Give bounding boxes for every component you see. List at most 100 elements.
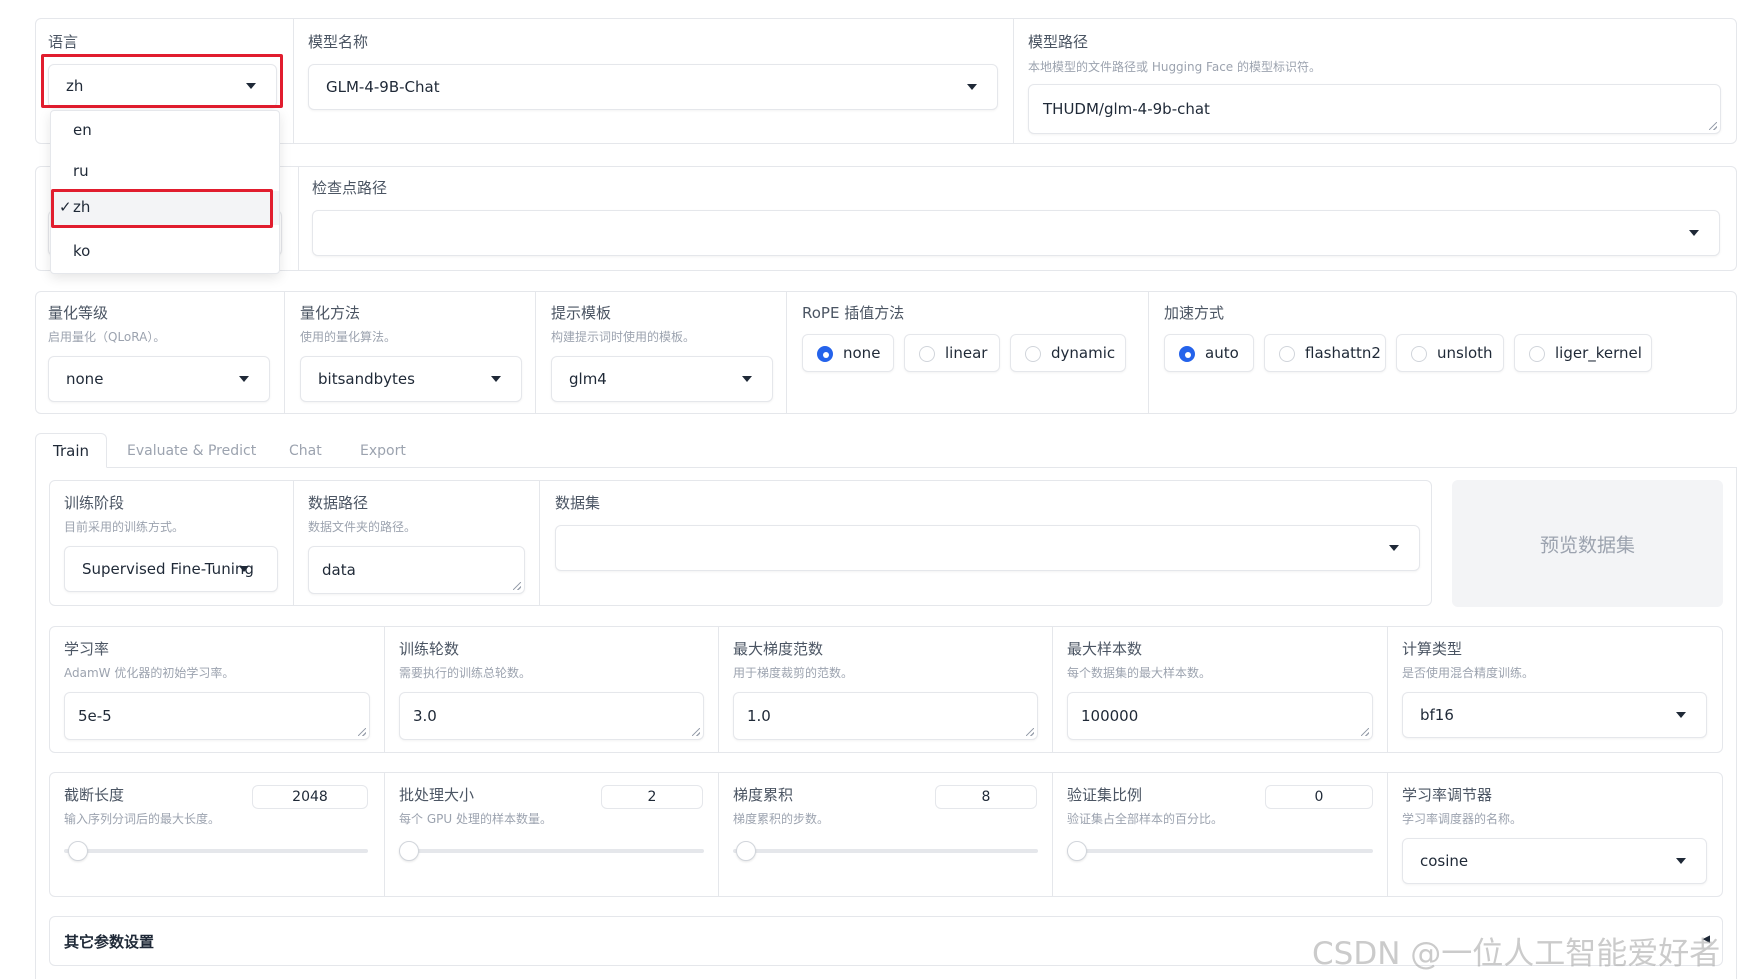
max-samples-input[interactable]: 100000	[1067, 692, 1373, 740]
quant-method-value: bitsandbytes	[318, 370, 415, 388]
batch-size-number[interactable]: 2	[601, 785, 703, 809]
booster-option-liger-kernel[interactable]: liger_kernel	[1514, 334, 1652, 372]
batch-size-slider-thumb[interactable]	[399, 841, 419, 861]
preview-dataset-label: 预览数据集	[1539, 534, 1635, 556]
language-option-en[interactable]: en	[73, 121, 92, 139]
quant-method-select[interactable]: bitsandbytes	[300, 356, 522, 402]
learning-rate-info: AdamW 优化器的初始学习率。	[64, 666, 235, 680]
divider	[718, 773, 719, 896]
divider	[293, 481, 294, 605]
chevron-down-icon	[239, 566, 249, 572]
grad-accum-number[interactable]: 8	[935, 785, 1037, 809]
chevron-down-icon	[742, 376, 752, 382]
cutoff-len-slider-track[interactable]	[64, 849, 368, 853]
tab-export[interactable]: Export	[360, 436, 406, 466]
tab-train[interactable]: Train	[35, 433, 107, 468]
max-samples-info: 每个数据集的最大样本数。	[1067, 666, 1212, 680]
cutoff-len-label: 截断长度	[64, 786, 125, 804]
language-option-ru[interactable]: ru	[73, 162, 89, 180]
divider	[293, 19, 294, 143]
divider	[1052, 627, 1053, 752]
template-select[interactable]: glm4	[551, 356, 773, 402]
radio-icon	[1529, 346, 1545, 362]
language-option-ko[interactable]: ko	[73, 242, 90, 260]
watermark: CSDN @一位人工智能爱好者	[1312, 936, 1721, 972]
booster-option-flashattn2[interactable]: flashattn2	[1264, 334, 1386, 372]
chevron-down-icon	[1676, 712, 1686, 718]
booster-option-label: flashattn2	[1305, 344, 1381, 362]
booster-option-auto[interactable]: auto	[1164, 334, 1254, 372]
dataset-label: 数据集	[555, 494, 601, 512]
template-label: 提示模板	[551, 304, 612, 322]
quant-bit-label: 量化等级	[48, 304, 109, 322]
rope-option-linear[interactable]: linear	[904, 334, 1000, 372]
resize-handle-icon[interactable]	[692, 728, 700, 736]
resize-handle-icon[interactable]	[1026, 728, 1034, 736]
dataset-select[interactable]	[555, 525, 1420, 571]
cutoff-len-number[interactable]: 2048	[252, 785, 368, 809]
booster-option-label: auto	[1205, 344, 1239, 362]
val-size-slider-thumb[interactable]	[1067, 841, 1087, 861]
checkpoint-select[interactable]	[312, 210, 1720, 256]
val-size-number[interactable]: 0	[1265, 785, 1373, 809]
epochs-input[interactable]: 3.0	[399, 692, 704, 740]
max-grad-norm-value: 1.0	[747, 707, 771, 725]
chevron-down-icon	[491, 376, 501, 382]
val-size-label: 验证集比例	[1067, 786, 1143, 804]
learning-rate-input[interactable]: 5e-5	[64, 692, 370, 740]
batch-size-info: 每个 GPU 处理的样本数量。	[399, 812, 552, 826]
model-name-select[interactable]: GLM-4-9B-Chat	[308, 64, 998, 110]
rope-option-label: linear	[945, 344, 988, 362]
grad-accum-slider-track[interactable]	[733, 849, 1038, 853]
divider	[535, 292, 536, 413]
max-samples-value: 100000	[1081, 707, 1139, 725]
compute-type-label: 计算类型	[1402, 640, 1463, 658]
highlight-language-select	[41, 54, 283, 108]
radio-selected-icon	[817, 346, 833, 362]
lr-scheduler-label: 学习率调节器	[1402, 786, 1493, 804]
dataset-dir-label: 数据路径	[308, 494, 369, 512]
val-size-slider-track[interactable]	[1067, 849, 1373, 853]
booster-option-label: unsloth	[1437, 344, 1493, 362]
stage-select[interactable]: Supervised Fine-Tuning	[64, 546, 278, 592]
dataset-dir-input[interactable]: data	[308, 546, 525, 594]
tab-train-label: Train	[53, 442, 89, 460]
rope-option-none[interactable]: none	[802, 334, 894, 372]
radio-icon	[1025, 346, 1041, 362]
lr-scheduler-select[interactable]: cosine	[1402, 838, 1707, 884]
grad-accum-slider-thumb[interactable]	[736, 841, 756, 861]
learning-rate-label: 学习率	[64, 640, 110, 658]
compute-type-value: bf16	[1420, 706, 1454, 724]
tab-evaluate[interactable]: Evaluate & Predict	[127, 436, 256, 466]
divider	[384, 627, 385, 752]
radio-icon	[919, 346, 935, 362]
rope-option-dynamic[interactable]: dynamic	[1010, 334, 1126, 372]
tab-chat[interactable]: Chat	[289, 436, 322, 466]
radio-selected-icon	[1179, 346, 1195, 362]
template-value: glm4	[569, 370, 607, 388]
stage-value: Supervised Fine-Tuning	[82, 560, 254, 578]
compute-type-select[interactable]: bf16	[1402, 692, 1707, 738]
preview-dataset-button[interactable]: 预览数据集	[1452, 480, 1723, 607]
booster-option-unsloth[interactable]: unsloth	[1396, 334, 1504, 372]
chevron-down-icon	[967, 84, 977, 90]
resize-handle-icon[interactable]	[1709, 122, 1717, 130]
radio-icon	[1411, 346, 1427, 362]
batch-size-slider-track[interactable]	[399, 849, 704, 853]
language-label: 语言	[48, 33, 79, 51]
epochs-info: 需要执行的训练总轮数。	[399, 666, 532, 680]
max-grad-norm-input[interactable]: 1.0	[733, 692, 1038, 740]
resize-handle-icon[interactable]	[1361, 728, 1369, 736]
extra-settings-label: 其它参数设置	[64, 933, 155, 951]
resize-handle-icon[interactable]	[358, 728, 366, 736]
resize-handle-icon[interactable]	[513, 582, 521, 590]
quant-bit-select[interactable]: none	[48, 356, 270, 402]
stage-label: 训练阶段	[64, 494, 125, 512]
rope-label: RoPE 插值方法	[802, 304, 905, 322]
divider	[284, 292, 285, 413]
max-grad-norm-label: 最大梯度范数	[733, 640, 824, 658]
highlight-language-option-zh	[51, 189, 273, 228]
cutoff-len-slider-thumb[interactable]	[68, 841, 88, 861]
model-path-input[interactable]: THUDM/glm-4-9b-chat	[1028, 84, 1721, 134]
batch-size-label: 批处理大小	[399, 786, 475, 804]
